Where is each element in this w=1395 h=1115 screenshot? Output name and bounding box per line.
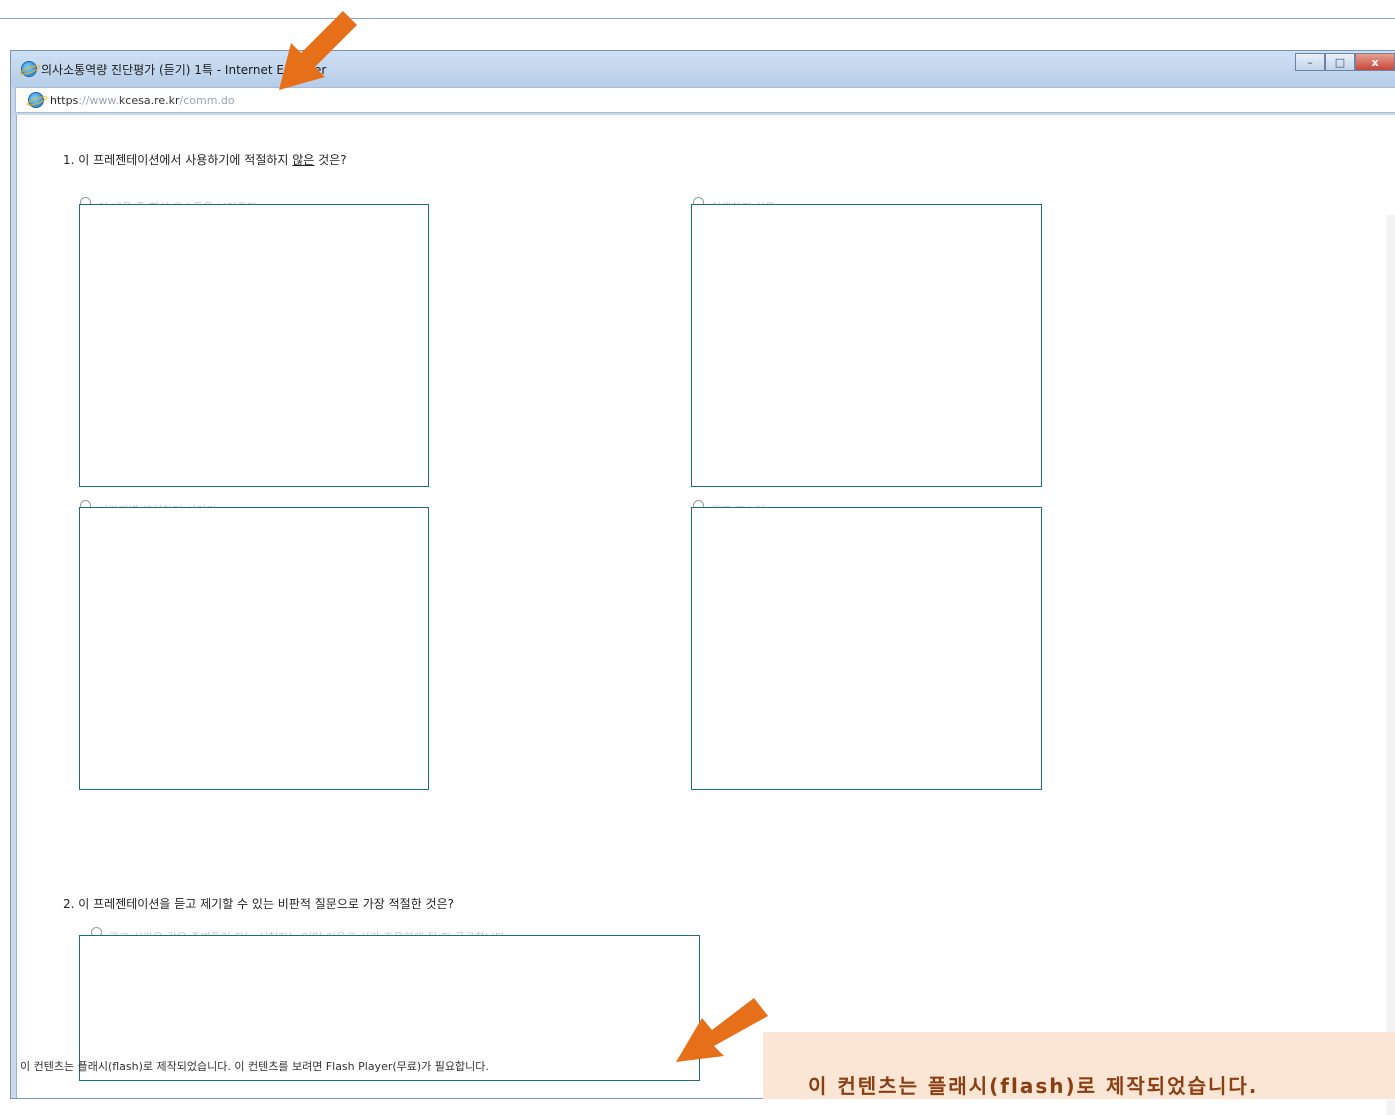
option-4-media-box: [691, 507, 1042, 790]
flash-notice: 이 컨텐츠는 플래시(flash)로 제작되었습니다. 이 컨텐츠를 보려면 F…: [20, 1060, 489, 1073]
address-url[interactable]: https://www.kcesa.re.kr/comm.do: [50, 94, 235, 107]
address-bar[interactable]: https://www.kcesa.re.kr/comm.do: [15, 87, 1395, 113]
browser-window: 의사소통역량 진단평가 (듣기) 1특 - Internet Explorer …: [10, 50, 1395, 1115]
question-1-title: 1. 이 프레젠테이션에서 사용하기에 적절하지 않은 것은?: [63, 153, 347, 167]
minimize-button[interactable]: –: [1295, 53, 1325, 71]
top-divider: [0, 18, 1395, 19]
option-2-media-box: [691, 204, 1042, 487]
option-1-media-box: [79, 204, 429, 487]
maximize-button[interactable]: □: [1325, 53, 1355, 71]
window-controls: – □ x: [1295, 53, 1395, 73]
page-content: 1. 이 프레젠테이션에서 사용하기에 적절하지 않은 것은? 이 내용 중 핵…: [16, 115, 1395, 1115]
option-3-media-box: [79, 507, 429, 790]
callout-box: 이 컨텐츠는 플래시(flash)로 제작되었습니다.: [763, 1032, 1395, 1099]
scrollbar[interactable]: [1387, 215, 1395, 1115]
arrow-annotation-icon: [676, 998, 768, 1062]
callout-text: 이 컨텐츠는 플래시(flash)로 제작되었습니다.: [808, 1074, 1259, 1098]
ie-page-icon: [28, 92, 44, 108]
title-bar: 의사소통역량 진단평가 (듣기) 1특 - Internet Explorer …: [11, 51, 1395, 87]
question-2-title: 2. 이 프레젠테이션을 듣고 제기할 수 있는 비판적 질문으로 가장 적절한…: [63, 897, 454, 911]
ie-icon: [21, 61, 37, 77]
arrow-annotation-icon: [279, 11, 357, 90]
close-button[interactable]: x: [1355, 53, 1395, 71]
